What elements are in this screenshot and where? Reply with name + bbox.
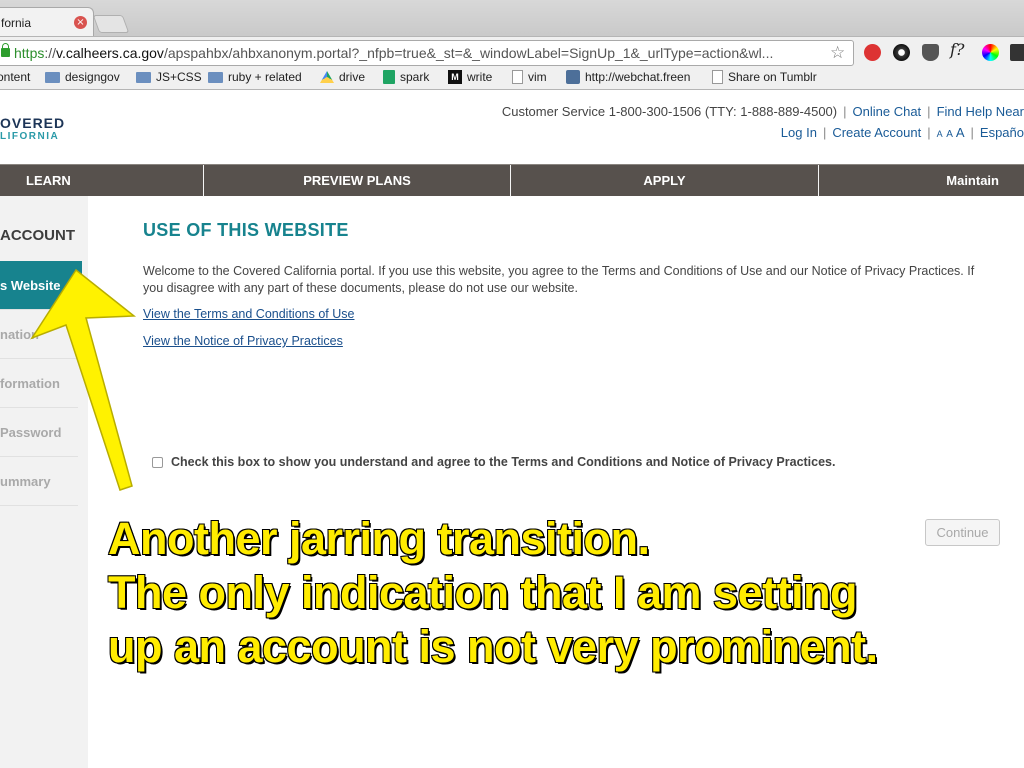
url-scheme: https (14, 45, 45, 61)
url-path: /apspahbx/ahbxanonym.portal?_nfpb=true&_… (163, 45, 774, 61)
color-wheel-extension-icon[interactable] (982, 44, 999, 61)
bookmark-tumblr[interactable]: Share on Tumblr (712, 70, 817, 84)
page-icon (512, 70, 523, 84)
bookmark-webchat[interactable]: http://webchat.freen (566, 70, 690, 84)
browser-tab-strip: fornia × (0, 0, 1024, 37)
agree-row: Check this box to show you understand an… (152, 455, 835, 469)
bookmark-write[interactable]: Mwrite (448, 70, 492, 84)
logo-covered[interactable]: OVERED (0, 115, 65, 131)
nav-learn[interactable]: LEARN (0, 165, 204, 197)
bookmarks-bar: ontent designgov JS+CSS ruby + related d… (0, 67, 1024, 90)
text-size-large[interactable]: A (956, 125, 965, 140)
sidebar-item-password[interactable]: Password (0, 408, 78, 457)
bookmark-designgov[interactable]: designgov (45, 70, 120, 84)
sidebar-item-contact-information[interactable]: formation (0, 359, 78, 408)
agree-label[interactable]: Check this box to show you understand an… (171, 455, 835, 469)
main-nav: LEARN PREVIEW PLANS APPLY Maintain (0, 164, 1024, 197)
bookmark-label: ruby + related (228, 70, 302, 84)
separator: | (822, 125, 827, 140)
address-bar[interactable]: https://v.calheers.ca.gov/apspahbx/ahbxa… (0, 40, 854, 66)
bookmark-label: write (467, 70, 493, 84)
bookmark-label: Share on Tumblr (728, 70, 817, 84)
sidebar-title: ACCOUNT (0, 227, 75, 244)
url-text[interactable]: https://v.calheers.ca.gov/apspahbx/ahbxa… (14, 45, 773, 61)
bookmark-ruby[interactable]: ruby + related (208, 70, 302, 84)
privacy-link[interactable]: View the Notice of Privacy Practices (143, 334, 343, 348)
annotation-line-2: The only indication that I am setting (107, 566, 859, 619)
bookmark-label: drive (339, 70, 366, 84)
separator: | (927, 125, 931, 140)
text-size-small[interactable]: A (937, 129, 943, 139)
sidebar-item-summary[interactable]: ummary (0, 457, 78, 506)
annotation-caption: Another jarring transition. The only ind… (107, 512, 879, 674)
bookmark-content[interactable]: ontent (0, 70, 30, 84)
medium-icon: M (448, 70, 462, 84)
customer-service-text: Customer Service 1-800-300-1506 (TTY: 1-… (501, 104, 838, 119)
spreadsheet-icon (383, 70, 395, 84)
separator: | (970, 125, 974, 140)
browser-toolbar: https://v.calheers.ca.gov/apspahbx/ahbxa… (0, 36, 1024, 67)
text-size-control[interactable]: A A A (937, 125, 965, 140)
sidebar-item-use-of-website[interactable]: s Website (0, 261, 82, 310)
separator: | (927, 104, 931, 119)
bookmark-label: spark (400, 70, 430, 84)
webchat-icon (566, 70, 580, 84)
annotation-line-3: up an account is not very prominent. (107, 620, 879, 673)
utility-bar-bottom: Log In | Create Account | A A A | Españo (781, 125, 1024, 140)
sidebar-item-information[interactable]: nation (0, 310, 78, 359)
bookmark-vim[interactable]: vim (512, 70, 547, 84)
account-sidebar: ACCOUNT s Website nation formation Passw… (0, 196, 88, 768)
espanol-link[interactable]: Españo (980, 125, 1024, 140)
lock-icon (1, 43, 10, 57)
pocket-extension-icon[interactable] (922, 44, 939, 61)
circle-extension-icon[interactable] (893, 44, 910, 61)
annotation-line-1: Another jarring transition. (107, 512, 651, 565)
new-tab-button[interactable] (92, 15, 130, 33)
utility-bar-top: Customer Service 1-800-300-1506 (TTY: 1-… (502, 104, 1024, 119)
terms-link[interactable]: View the Terms and Conditions of Use (143, 307, 354, 321)
drive-icon (320, 71, 334, 83)
menu-extension-icon[interactable] (1010, 44, 1024, 61)
continue-button[interactable]: Continue (925, 519, 1000, 546)
tab-close-icon[interactable]: × (74, 16, 87, 29)
nav-maintain[interactable]: Maintain (819, 165, 1024, 197)
page-icon (712, 70, 723, 84)
bookmark-label: ontent (0, 70, 31, 84)
folder-icon (208, 71, 223, 83)
separator: | (843, 104, 847, 119)
fx-extension-icon[interactable]: f? (950, 40, 967, 59)
bookmark-label: JS+CSS (156, 70, 202, 84)
logo-california[interactable]: LIFORNIA (0, 131, 59, 142)
nav-apply[interactable]: APPLY (511, 165, 819, 197)
browser-tab[interactable]: fornia × (0, 7, 94, 37)
log-in-link[interactable]: Log In (781, 125, 817, 140)
bookmark-label: designgov (65, 70, 120, 84)
bookmark-js-css[interactable]: JS+CSS (136, 70, 202, 84)
bookmark-label: vim (528, 70, 547, 84)
bookmark-label: http://webchat.freen (585, 70, 691, 84)
agree-checkbox[interactable] (152, 456, 163, 468)
page-title: USE OF THIS WEBSITE (143, 220, 349, 240)
folder-icon (136, 71, 151, 83)
text-size-medium[interactable]: A (946, 129, 953, 140)
find-help-link[interactable]: Find Help Near (937, 104, 1024, 119)
folder-icon (45, 71, 60, 83)
intro-paragraph: Welcome to the Covered California portal… (143, 264, 975, 295)
bookmark-star-icon[interactable]: ☆ (830, 43, 845, 63)
screenshot-root: fornia × https://v.calheers.ca.gov/apspa… (0, 0, 1024, 768)
create-account-link[interactable]: Create Account (832, 125, 921, 140)
url-host: v.calheers.ca.gov (56, 45, 164, 61)
online-chat-link[interactable]: Online Chat (853, 104, 922, 119)
nav-preview-plans[interactable]: PREVIEW PLANS (204, 165, 511, 197)
stop-hand-extension-icon[interactable] (864, 44, 881, 61)
url-separator: :// (44, 45, 57, 61)
tab-title: fornia (1, 16, 32, 30)
bookmark-spark[interactable]: spark (383, 70, 429, 84)
bookmark-drive[interactable]: drive (320, 70, 365, 84)
